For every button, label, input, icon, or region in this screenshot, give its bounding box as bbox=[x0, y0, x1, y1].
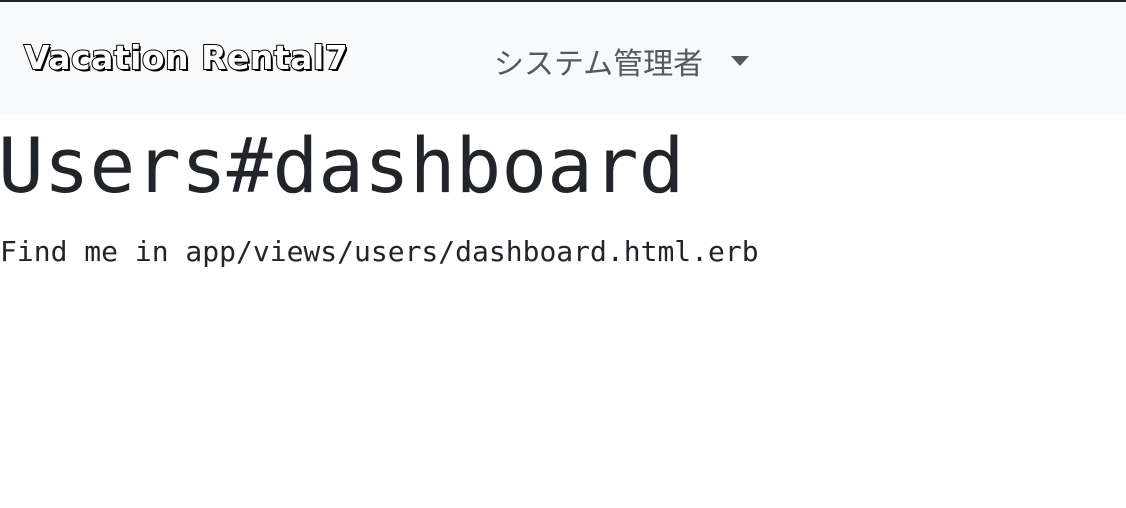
brand-logo-link[interactable]: Vacation Rental7 bbox=[23, 37, 349, 78]
user-menu-dropdown[interactable]: システム管理者 bbox=[494, 38, 750, 84]
page-note: Find me in app/views/users/dashboard.htm… bbox=[0, 235, 759, 268]
caret-down-icon bbox=[731, 56, 750, 66]
user-menu-label: システム管理者 bbox=[494, 47, 704, 82]
page-title: Users#dashboard bbox=[0, 121, 685, 210]
navbar: Vacation Rental7 システム管理者 bbox=[0, 2, 1126, 115]
